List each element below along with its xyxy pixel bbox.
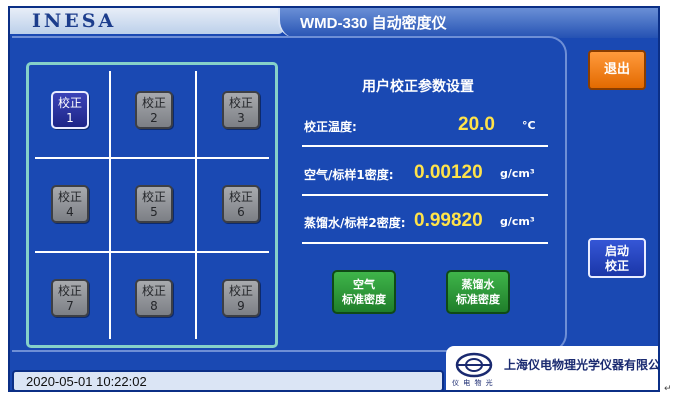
water-density-unit: g/cm³ — [500, 215, 535, 228]
start-calibration-button[interactable]: 启动 校正 — [588, 238, 646, 278]
temperature-value[interactable]: 20.0 — [458, 114, 495, 136]
button-label: 校正 — [57, 96, 82, 110]
instrument-screen: INESA WMD-330 自动密度仪 校正 1 校正 2 校正 3 校正 4 … — [8, 6, 660, 392]
company-name: 上海仪电物理光学仪器有限公司 — [504, 358, 660, 372]
button-label: 校正 — [604, 259, 629, 273]
params-title: 用户校正参数设置 — [362, 79, 474, 95]
datetime-display: 2020-05-01 10:22:02 — [26, 374, 147, 389]
button-number: 6 — [237, 205, 245, 219]
page-title: WMD-330 自动密度仪 — [300, 15, 447, 32]
grid-divider — [35, 157, 269, 159]
button-label: 校正 — [141, 96, 166, 110]
button-label: 空气 — [353, 278, 375, 291]
air-standard-density-button[interactable]: 空气 标准密度 — [332, 270, 396, 314]
air-density-label: 空气/标样1密度: — [304, 168, 394, 182]
air-density-value[interactable]: 0.00120 — [414, 162, 483, 184]
button-number: 5 — [150, 205, 158, 219]
calibration-3-button[interactable]: 校正 3 — [222, 91, 260, 129]
water-density-value[interactable]: 0.99820 — [414, 210, 483, 232]
logo-caption: 仪 电 物 光 — [452, 379, 494, 387]
calibration-1-button[interactable]: 校正 1 — [51, 91, 89, 129]
button-number: 4 — [66, 205, 74, 219]
button-label: 标准密度 — [456, 293, 500, 306]
grid-divider — [35, 251, 269, 253]
button-label: 启动 — [604, 244, 629, 258]
grid-divider — [195, 71, 197, 339]
button-label: 校正 — [228, 96, 253, 110]
exit-button[interactable]: 退出 — [588, 50, 646, 90]
water-standard-density-button[interactable]: 蒸馏水 标准密度 — [446, 270, 510, 314]
button-label: 标准密度 — [342, 293, 386, 306]
button-label: 校正 — [57, 190, 82, 204]
button-number: 9 — [237, 299, 245, 313]
button-label: 校正 — [57, 284, 82, 298]
status-bar: 2020-05-01 10:22:02 — [12, 370, 444, 390]
separator-line — [302, 145, 548, 147]
inesa-logo: INESA — [32, 10, 117, 32]
button-number: 3 — [237, 111, 245, 125]
water-density-label: 蒸馏水/标样2密度: — [304, 216, 406, 230]
separator-line — [302, 194, 548, 196]
button-number: 2 — [150, 111, 158, 125]
calibration-6-button[interactable]: 校正 6 — [222, 185, 260, 223]
temperature-unit: °C — [522, 119, 536, 132]
button-label: 校正 — [141, 284, 166, 298]
calibration-grid: 校正 1 校正 2 校正 3 校正 4 校正 5 校正 6 校正 7 校正 8 … — [26, 62, 278, 348]
header-title-area: WMD-330 自动密度仪 — [278, 8, 658, 38]
header-logo-area: INESA — [10, 8, 284, 34]
button-number: 1 — [66, 111, 74, 125]
separator-line — [302, 242, 548, 244]
calibration-4-button[interactable]: 校正 4 — [51, 185, 89, 223]
air-density-unit: g/cm³ — [500, 167, 535, 180]
button-label: 蒸馏水 — [461, 278, 495, 291]
calibration-7-button[interactable]: 校正 7 — [51, 279, 89, 317]
calibration-8-button[interactable]: 校正 8 — [135, 279, 173, 317]
company-banner: 仪 电 物 光 上海仪电物理光学仪器有限公司 — [446, 346, 660, 390]
button-number: 7 — [66, 299, 74, 313]
button-label: 校正 — [141, 190, 166, 204]
calibration-2-button[interactable]: 校正 2 — [135, 91, 173, 129]
calibration-9-button[interactable]: 校正 9 — [222, 279, 260, 317]
button-number: 8 — [150, 299, 158, 313]
paragraph-mark-icon: ↵ — [664, 384, 672, 394]
grid-divider — [109, 71, 111, 339]
button-label: 校正 — [228, 284, 253, 298]
temperature-label: 校正温度: — [304, 120, 357, 134]
calibration-5-button[interactable]: 校正 5 — [135, 185, 173, 223]
button-label: 校正 — [228, 190, 253, 204]
